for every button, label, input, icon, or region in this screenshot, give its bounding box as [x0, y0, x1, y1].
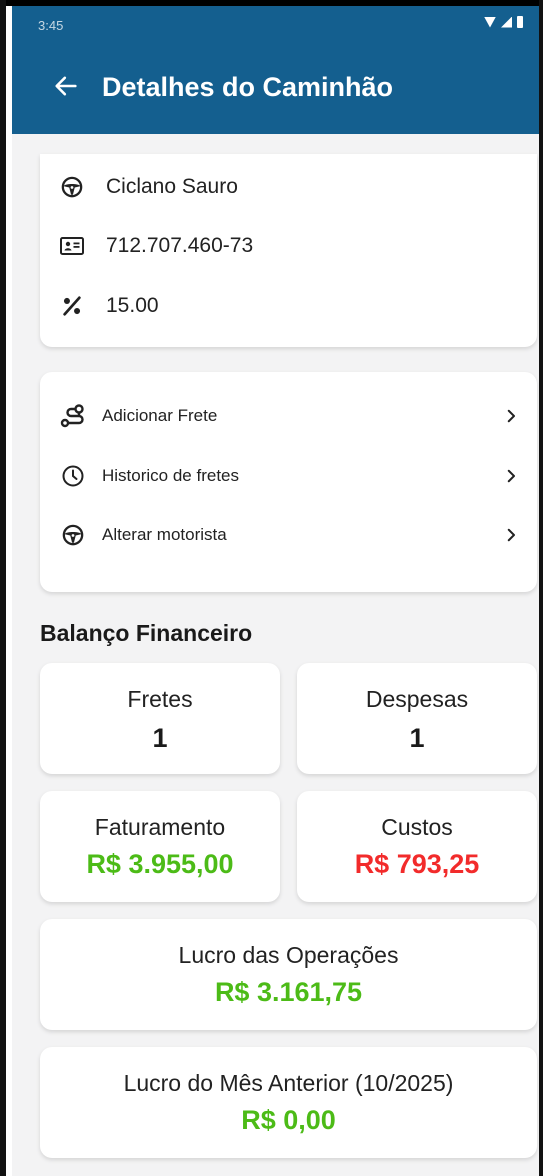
driver-document: 712.707.460-73 [106, 234, 254, 257]
menu-item-label: Historico de fretes [102, 466, 239, 485]
app-bar: 3:45 Detalhes do Caminhão [12, 6, 539, 134]
driver-info-card: Ciclano Sauro 712.707.460-73 15.00 [40, 154, 537, 347]
stat-label: Fretes [127, 686, 193, 712]
stat-label: Despesas [365, 686, 469, 712]
steering-wheel-icon [60, 175, 84, 199]
stat-value: R$ 3.955,00 [86, 849, 234, 879]
driver-name: Ciclano Sauro [106, 175, 238, 198]
phone-frame: 3:45 Detalhes do Caminhão Ciclano Sauro … [0, 0, 543, 1176]
menu-item-label: Alterar motorista [102, 525, 227, 544]
wifi-icon [484, 16, 496, 28]
actions-card: Adicionar Frete Historico de fretes Alte… [40, 372, 537, 592]
id-card-icon [60, 234, 84, 258]
percent-icon [60, 294, 84, 318]
stat-value: R$ 793,25 [354, 849, 480, 879]
back-arrow-icon[interactable] [52, 72, 80, 100]
stat-value: R$ 0,00 [241, 1105, 336, 1135]
stat-card-lucro-mes-anterior: Lucro do Mês Anterior (10/2025) R$ 0,00 [40, 1047, 537, 1158]
stat-card-fretes: Fretes 1 [40, 663, 280, 774]
chevron-right-icon [507, 409, 515, 423]
driver-name-row: Ciclano Sauro [60, 175, 238, 199]
stat-label: Lucro do Mês Anterior (10/2025) [123, 1070, 454, 1096]
driver-percentage-row: 15.00 [60, 294, 159, 318]
driver-document-row: 712.707.460-73 [60, 234, 253, 258]
steering-wheel-icon [60, 522, 86, 548]
status-time: 3:45 [38, 18, 64, 33]
chevron-right-icon [507, 528, 515, 542]
driver-percentage: 15.00 [106, 294, 159, 317]
stat-label: Lucro das Operações [178, 942, 399, 968]
stat-value: 1 [152, 723, 168, 753]
content-area: Ciclano Sauro 712.707.460-73 15.00 Adici… [12, 134, 539, 1176]
battery-icon [517, 16, 523, 28]
section-title-finance: Balanço Financeiro [40, 620, 253, 646]
page-title: Detalhes do Caminhão [102, 72, 394, 102]
stat-card-lucro-operacoes: Lucro das Operações R$ 3.161,75 [40, 919, 537, 1030]
menu-item-add-freight[interactable]: Adicionar Frete [60, 396, 520, 436]
stat-card-despesas: Despesas 1 [297, 663, 537, 774]
clock-icon [60, 463, 86, 489]
menu-item-change-driver[interactable]: Alterar motorista [60, 515, 520, 555]
stat-card-custos: Custos R$ 793,25 [297, 791, 537, 902]
route-icon [60, 403, 86, 429]
stat-value: 1 [409, 723, 425, 753]
menu-item-freight-history[interactable]: Historico de fretes [60, 456, 520, 496]
status-icons [484, 16, 523, 28]
stat-label: Custos [381, 814, 453, 840]
stat-value: R$ 3.161,75 [214, 977, 363, 1007]
chevron-right-icon [507, 469, 515, 483]
stat-card-faturamento: Faturamento R$ 3.955,00 [40, 791, 280, 902]
stat-label: Faturamento [94, 814, 226, 840]
menu-item-label: Adicionar Frete [102, 406, 218, 425]
signal-icon [501, 16, 512, 28]
